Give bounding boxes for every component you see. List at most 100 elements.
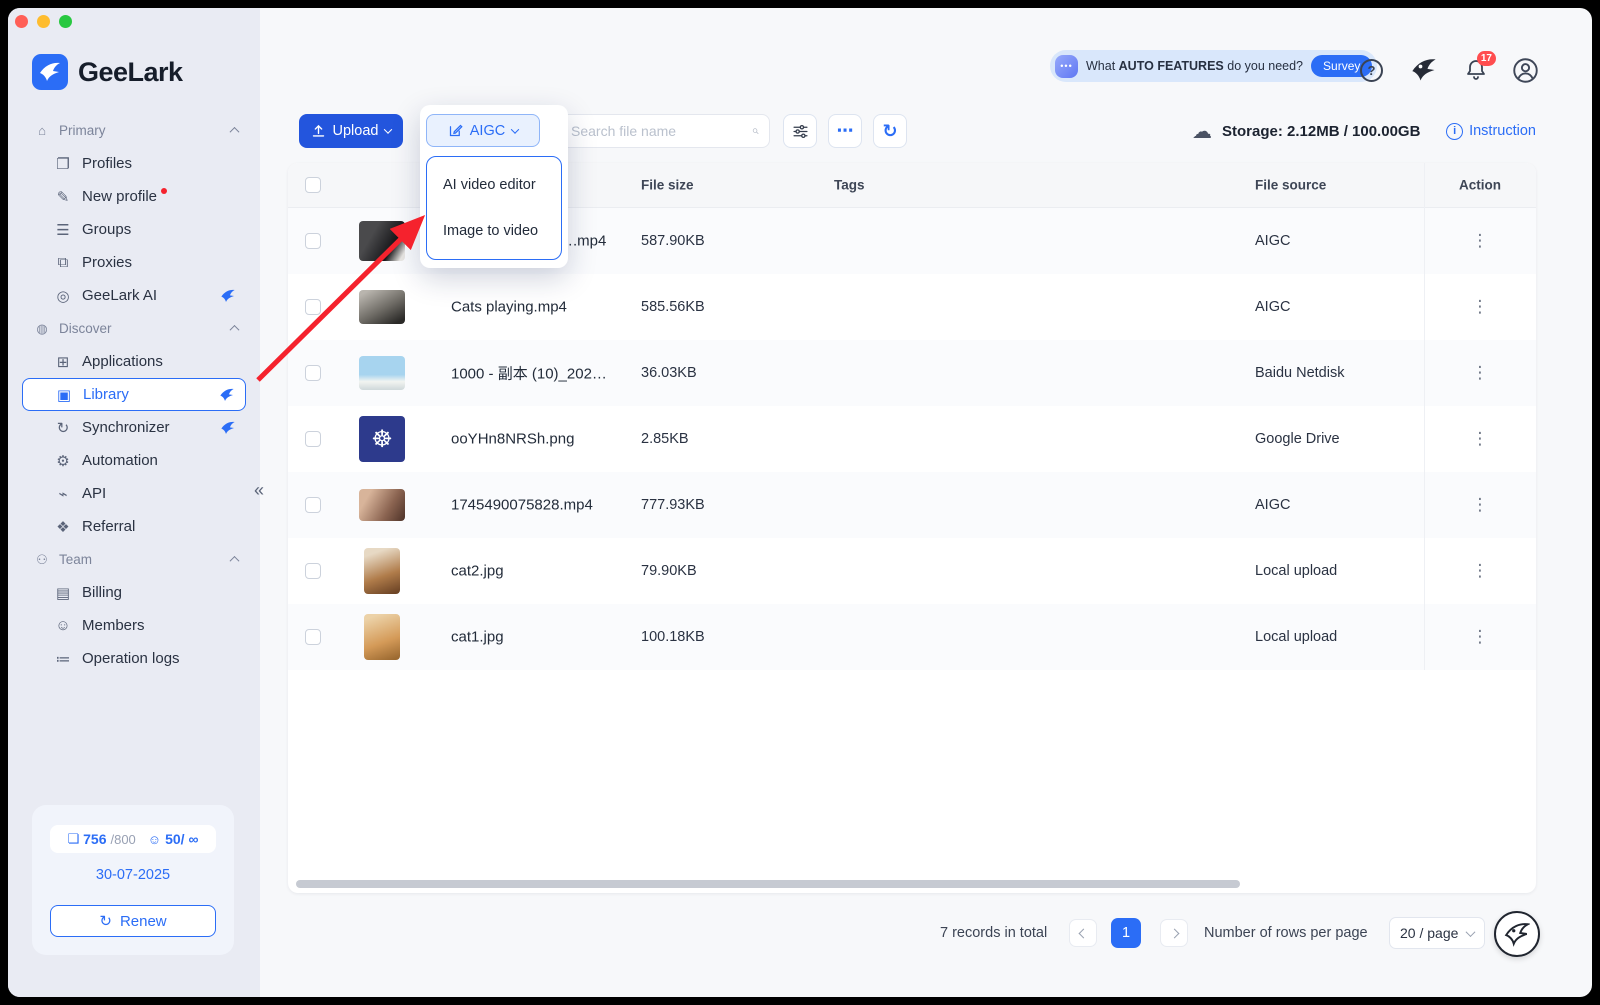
file-source: Local upload [1255, 563, 1338, 579]
menu-item-ai-video-editor[interactable]: AI video editor [427, 162, 561, 208]
row-checkbox[interactable] [305, 431, 321, 447]
row-actions-menu-icon[interactable] [1424, 231, 1536, 251]
renew-button[interactable]: Renew [50, 905, 216, 937]
mascot-floating-button[interactable] [1494, 911, 1540, 957]
file-source: AIGC [1255, 497, 1291, 513]
member-icon [148, 832, 161, 847]
file-thumbnail [359, 290, 405, 324]
menu-item-image-to-video[interactable]: Image to video [427, 208, 561, 254]
row-checkbox[interactable] [305, 365, 321, 381]
groups-icon [54, 221, 72, 239]
instruction-link[interactable]: i Instruction [1446, 114, 1536, 148]
row-actions-menu-icon[interactable] [1424, 627, 1536, 647]
cloud-upload-icon [1192, 119, 1212, 144]
chevron-down-icon [1465, 926, 1476, 937]
nav-section-primary[interactable]: Primary [22, 114, 246, 147]
refresh-icon [99, 912, 112, 930]
column-header-tags[interactable]: Tags [834, 178, 865, 193]
column-header-file-size[interactable]: File size [641, 178, 694, 193]
sidebar-item-profiles[interactable]: Profiles [22, 147, 246, 180]
members-limit: ∞ [188, 831, 199, 847]
row-actions-menu-icon[interactable] [1424, 429, 1536, 449]
column-header-action[interactable]: Action [1424, 178, 1536, 193]
sidebar-item-automation[interactable]: Automation [22, 444, 246, 477]
file-thumbnail [359, 356, 405, 390]
sidebar-item-billing[interactable]: Billing [22, 576, 246, 609]
row-checkbox[interactable] [305, 629, 321, 645]
sidebar-item-label: Automation [82, 452, 158, 469]
geelark-ai-icon [54, 287, 72, 305]
table-row[interactable]: ooYHn8NRSh.png 2.85KB Google Drive [288, 406, 1536, 472]
sidebar-item-new-profile[interactable]: New profile [22, 180, 246, 213]
search-input[interactable] [571, 123, 752, 139]
nav-section-discover[interactable]: Discover [22, 312, 246, 345]
table-row[interactable]: Cats playing.mp4 585.56KB AIGC [288, 274, 1536, 340]
column-header-file-source[interactable]: File source [1255, 178, 1326, 193]
sidebar-item-applications[interactable]: Applications [22, 345, 246, 378]
sidebar-item-members[interactable]: Members [22, 609, 246, 642]
mascot-icon[interactable] [1410, 56, 1438, 89]
row-actions-menu-icon[interactable] [1424, 495, 1536, 515]
sidebar-item-synchronizer[interactable]: Synchronizer [22, 411, 246, 444]
table-row[interactable]: cat2.jpg 79.90KB Local upload [288, 538, 1536, 604]
window-close-button[interactable] [15, 15, 28, 28]
sidebar-item-operation-logs[interactable]: Operation logs [22, 642, 246, 675]
table-row[interactable]: 1745490075828.mp4 777.93KB AIGC [288, 472, 1536, 538]
table-row[interactable]: 1000 - 副本 (10)_202… 36.03KB Baidu Netdis… [288, 340, 1536, 406]
upload-button[interactable]: Upload [299, 114, 403, 148]
sidebar-item-api[interactable]: API [22, 477, 246, 510]
chevron-down-icon [510, 124, 520, 134]
automation-icon [54, 452, 72, 470]
window-zoom-button[interactable] [59, 15, 72, 28]
more-actions-button[interactable] [828, 114, 862, 148]
window-minimize-button[interactable] [37, 15, 50, 28]
select-all-checkbox[interactable] [305, 177, 321, 193]
ellipsis-icon [837, 121, 854, 141]
rows-per-page-label: Number of rows per page [1204, 925, 1368, 941]
file-size: 36.03KB [641, 365, 697, 381]
sidebar-item-groups[interactable]: Groups [22, 213, 246, 246]
row-actions-menu-icon[interactable] [1424, 561, 1536, 581]
sidebar-item-geelark-ai[interactable]: GeeLark AI [22, 279, 246, 312]
sidebar-item-proxies[interactable]: Proxies [22, 246, 246, 279]
section-label: Primary [59, 123, 106, 138]
billing-icon [54, 584, 72, 602]
row-actions-menu-icon[interactable] [1424, 297, 1536, 317]
filter-button[interactable] [783, 114, 817, 148]
previous-page-button[interactable] [1069, 919, 1097, 947]
storage-info: Storage: 2.12MB / 100.00GB [1192, 114, 1420, 148]
geelark-bird-icon [220, 420, 236, 436]
file-size: 2.85KB [641, 431, 689, 447]
row-checkbox[interactable] [305, 299, 321, 315]
help-icon[interactable]: ? [1360, 59, 1383, 82]
chevron-up-icon [229, 126, 240, 137]
file-name: Cats playing.mp4 [451, 298, 567, 316]
sidebar-collapse-button[interactable]: « [254, 480, 264, 501]
geelark-bird-icon [219, 387, 235, 403]
next-page-button[interactable] [1160, 919, 1188, 947]
sidebar-nav: Primary Profiles New profile Groups Prox… [22, 114, 246, 675]
sidebar-item-referral[interactable]: Referral [22, 510, 246, 543]
user-avatar[interactable] [1512, 57, 1539, 89]
row-checkbox[interactable] [305, 233, 321, 249]
sidebar-item-library[interactable]: Library [22, 378, 246, 411]
page-size-select[interactable]: 20 / page [1389, 917, 1485, 949]
horizontal-scrollbar[interactable] [296, 880, 1240, 888]
file-thumbnail [359, 416, 405, 462]
page-number-button[interactable]: 1 [1111, 918, 1141, 948]
renew-label: Renew [119, 912, 167, 930]
refresh-button[interactable] [873, 114, 907, 148]
row-actions-menu-icon[interactable] [1424, 363, 1536, 383]
search-icon[interactable] [752, 123, 759, 139]
chevron-up-icon [229, 555, 240, 566]
table-row[interactable]: cat1.jpg 100.18KB Local upload [288, 604, 1536, 670]
row-checkbox[interactable] [305, 497, 321, 513]
notifications-bell-icon[interactable]: 17 [1464, 51, 1496, 87]
library-icon [55, 386, 73, 404]
members-usage: 50/∞ [148, 831, 199, 847]
aigc-button[interactable]: AIGC [426, 114, 540, 147]
nav-section-team[interactable]: Team [22, 543, 246, 576]
sidebar-item-label: Members [82, 617, 145, 634]
sidebar-item-label: Billing [82, 584, 123, 601]
row-checkbox[interactable] [305, 563, 321, 579]
